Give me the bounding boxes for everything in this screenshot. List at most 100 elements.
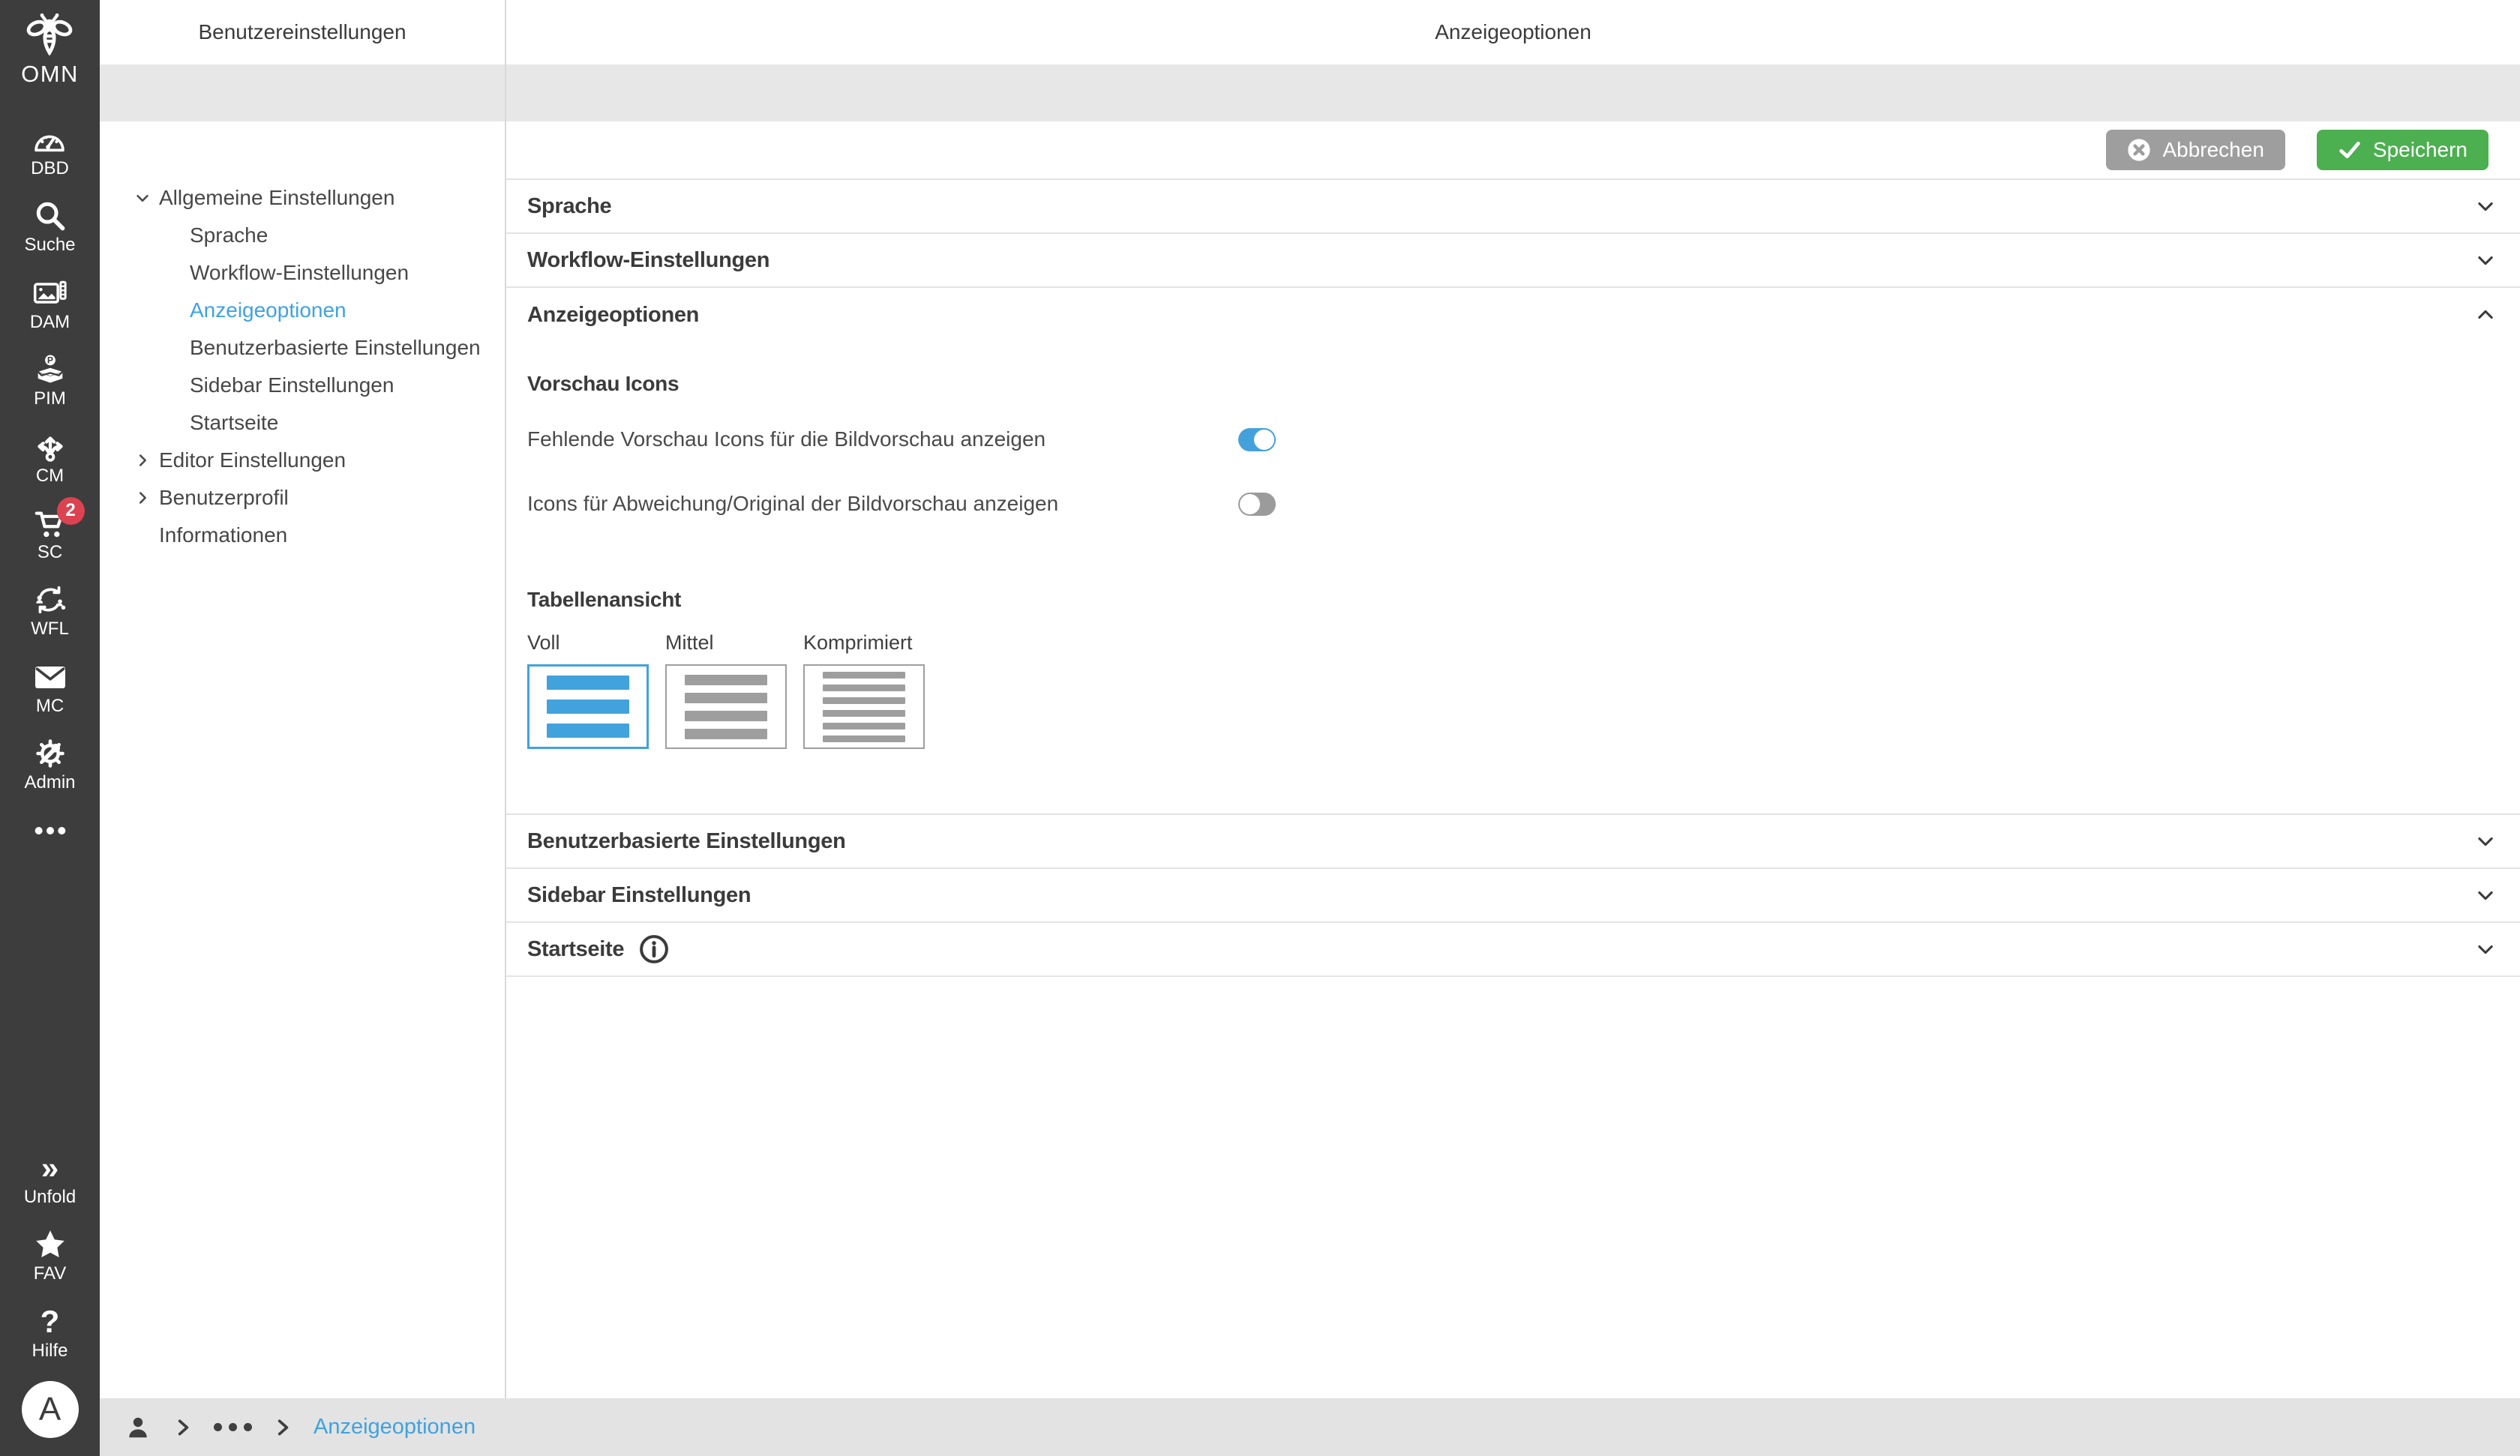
check-icon (2338, 138, 2362, 162)
tree-item-label: Benutzerprofil (159, 486, 289, 510)
anzeigeoptionen-panel: Vorschau Icons Fehlende Vorschau Icons f… (506, 342, 2520, 815)
accordion-workflow-einstellungen[interactable]: Workflow-Einstellungen (506, 234, 2520, 288)
rail-item-label: CM (36, 466, 64, 486)
workflow-icon (32, 583, 68, 617)
tree-item-label: Benutzerbasierte Einstellungen (190, 336, 481, 360)
rail-item-label: Unfold (24, 1188, 76, 1207)
user-avatar[interactable]: A (22, 1381, 79, 1438)
gear-wrench-icon (33, 736, 68, 771)
sidebar-gray-band (100, 64, 505, 121)
star-icon (33, 1227, 68, 1262)
ellipsis-icon (33, 813, 68, 848)
toggle-knob (1254, 430, 1274, 450)
rail-item-label: WFL (31, 619, 69, 639)
option-label: Mittel (665, 631, 787, 655)
settings-sidebar: Benutzereinstellungen Allgemeine Einstel… (100, 0, 506, 1398)
rail-item-label: DAM (30, 313, 70, 332)
app-window: OMN DBD Suche (0, 0, 2520, 1456)
rail-item-dbd[interactable]: DBD (31, 122, 69, 178)
tree-item-label: Informationen (159, 523, 287, 547)
chevron-down-icon (2475, 885, 2496, 906)
rail-item-cm[interactable]: CM (33, 430, 68, 486)
accordion-sidebar-einstellungen[interactable]: Sidebar Einstellungen (506, 869, 2520, 923)
rail-item-label: MC (36, 697, 64, 716)
tree-item-label: Sidebar Einstellungen (190, 373, 394, 397)
cart-badge: 2 (57, 497, 85, 525)
omn-logo[interactable]: OMN (21, 12, 79, 88)
chevron-right-icon (134, 452, 151, 469)
accordion-sprache[interactable]: Sprache (506, 180, 2520, 234)
table-view-option-voll[interactable]: Voll (527, 631, 649, 749)
dashboard-icon (32, 122, 67, 157)
media-icon (32, 276, 68, 310)
tree-item-label: Editor Einstellungen (159, 448, 346, 472)
table-view-thumbnail-voll (527, 664, 649, 749)
accordion-anzeigeoptionen[interactable]: Anzeigeoptionen (506, 288, 2520, 342)
main-panel: Anzeigeoptionen Abbrechen S (506, 0, 2520, 1398)
main-gray-band (506, 64, 2520, 121)
breadcrumb-current[interactable]: Anzeigeoptionen (314, 1415, 476, 1440)
tree-item-informationen[interactable]: Informationen (100, 517, 505, 554)
tree-item-workflow-einstellungen[interactable]: Workflow-Einstellungen (100, 254, 505, 292)
tree-item-benutzerprofil[interactable]: Benutzerprofil (100, 479, 505, 517)
rail-item-pim[interactable]: P PIM (33, 352, 68, 409)
table-view-thumbnail-komprimiert (803, 664, 925, 749)
close-circle-icon (2127, 138, 2151, 162)
breadcrumb: Anzeigeoptionen (100, 1398, 2520, 1456)
tree-item-benutzerbasierte-einstellungen[interactable]: Benutzerbasierte Einstellungen (100, 329, 505, 367)
breadcrumb-ellipsis[interactable] (214, 1423, 252, 1431)
tree-item-sprache[interactable]: Sprache (100, 217, 505, 254)
content-row: Benutzereinstellungen Allgemeine Einstel… (100, 0, 2520, 1398)
rail-item-sc[interactable]: 2 SC (32, 506, 68, 562)
accordion-label: Anzeigeoptionen (527, 303, 699, 328)
accordion-label: Sidebar Einstellungen (527, 883, 751, 908)
user-icon[interactable] (124, 1413, 152, 1442)
chevron-down-icon (2475, 831, 2496, 852)
workspace: Benutzereinstellungen Allgemeine Einstel… (100, 0, 2520, 1456)
accordion-label: Benutzerbasierte Einstellungen (527, 829, 846, 854)
rail-item-hilfe[interactable]: ? Hilfe (32, 1305, 68, 1361)
rail-item-suche[interactable]: Suche (24, 199, 75, 255)
toggle-fehlende-vorschau-icons[interactable] (1238, 428, 1276, 451)
tree-item-label: Startseite (190, 411, 278, 435)
rail-item-unfold[interactable]: » Unfold (24, 1151, 76, 1207)
rail-item-more[interactable] (33, 813, 68, 848)
tree-item-label: Workflow-Einstellungen (190, 261, 409, 285)
double-chevron-right-icon: » (41, 1151, 58, 1185)
chevron-down-icon (2475, 939, 2496, 960)
toggle-abweichung-original-icons[interactable] (1238, 493, 1276, 516)
product-box-icon: P (33, 352, 68, 387)
table-view-option-komprimiert[interactable]: Komprimiert (803, 631, 925, 749)
chevron-down-icon (2475, 250, 2496, 271)
chevron-up-icon (2475, 304, 2496, 325)
rail-item-admin[interactable]: Admin (24, 736, 75, 792)
rail-item-mc[interactable]: MC (32, 660, 68, 716)
rail-item-dam[interactable]: DAM (30, 276, 70, 332)
tabellenansicht-heading: Tabellenansicht (527, 588, 2520, 612)
table-view-option-mittel[interactable]: Mittel (665, 631, 787, 749)
tree-item-allgemeine-einstellungen[interactable]: Allgemeine Einstellungen (100, 179, 505, 217)
tree-item-label: Allgemeine Einstellungen (159, 186, 394, 210)
rail-item-fav[interactable]: FAV (33, 1227, 68, 1284)
chevron-right-icon (134, 490, 151, 506)
accordion-startseite[interactable]: Startseite (506, 923, 2520, 977)
save-button[interactable]: Speichern (2317, 130, 2488, 170)
option-label: Komprimiert (803, 631, 925, 655)
save-button-label: Speichern (2373, 138, 2468, 162)
option-label: Voll (527, 631, 649, 655)
mail-icon (32, 660, 68, 694)
rail-item-label: FAV (34, 1264, 67, 1284)
tree-item-startseite[interactable]: Startseite (100, 404, 505, 442)
accordion-benutzerbasierte-einstellungen[interactable]: Benutzerbasierte Einstellungen (506, 815, 2520, 869)
cancel-button[interactable]: Abbrechen (2106, 130, 2284, 170)
rail-item-label: Suche (24, 235, 75, 255)
rail-item-wfl[interactable]: WFL (31, 583, 69, 639)
tree-item-editor-einstellungen[interactable]: Editor Einstellungen (100, 442, 505, 479)
info-icon[interactable] (638, 933, 670, 966)
toggle-row-fehlende-vorschau: Fehlende Vorschau Icons für die Bildvors… (527, 418, 2520, 460)
accordion-label: Startseite (527, 937, 624, 962)
tree-item-sidebar-einstellungen[interactable]: Sidebar Einstellungen (100, 367, 505, 404)
toggle-label: Fehlende Vorschau Icons für die Bildvors… (527, 427, 1238, 451)
settings-tree: Allgemeine Einstellungen Sprache Workflo… (100, 121, 505, 554)
tree-item-anzeigeoptionen[interactable]: Anzeigeoptionen (100, 292, 505, 329)
